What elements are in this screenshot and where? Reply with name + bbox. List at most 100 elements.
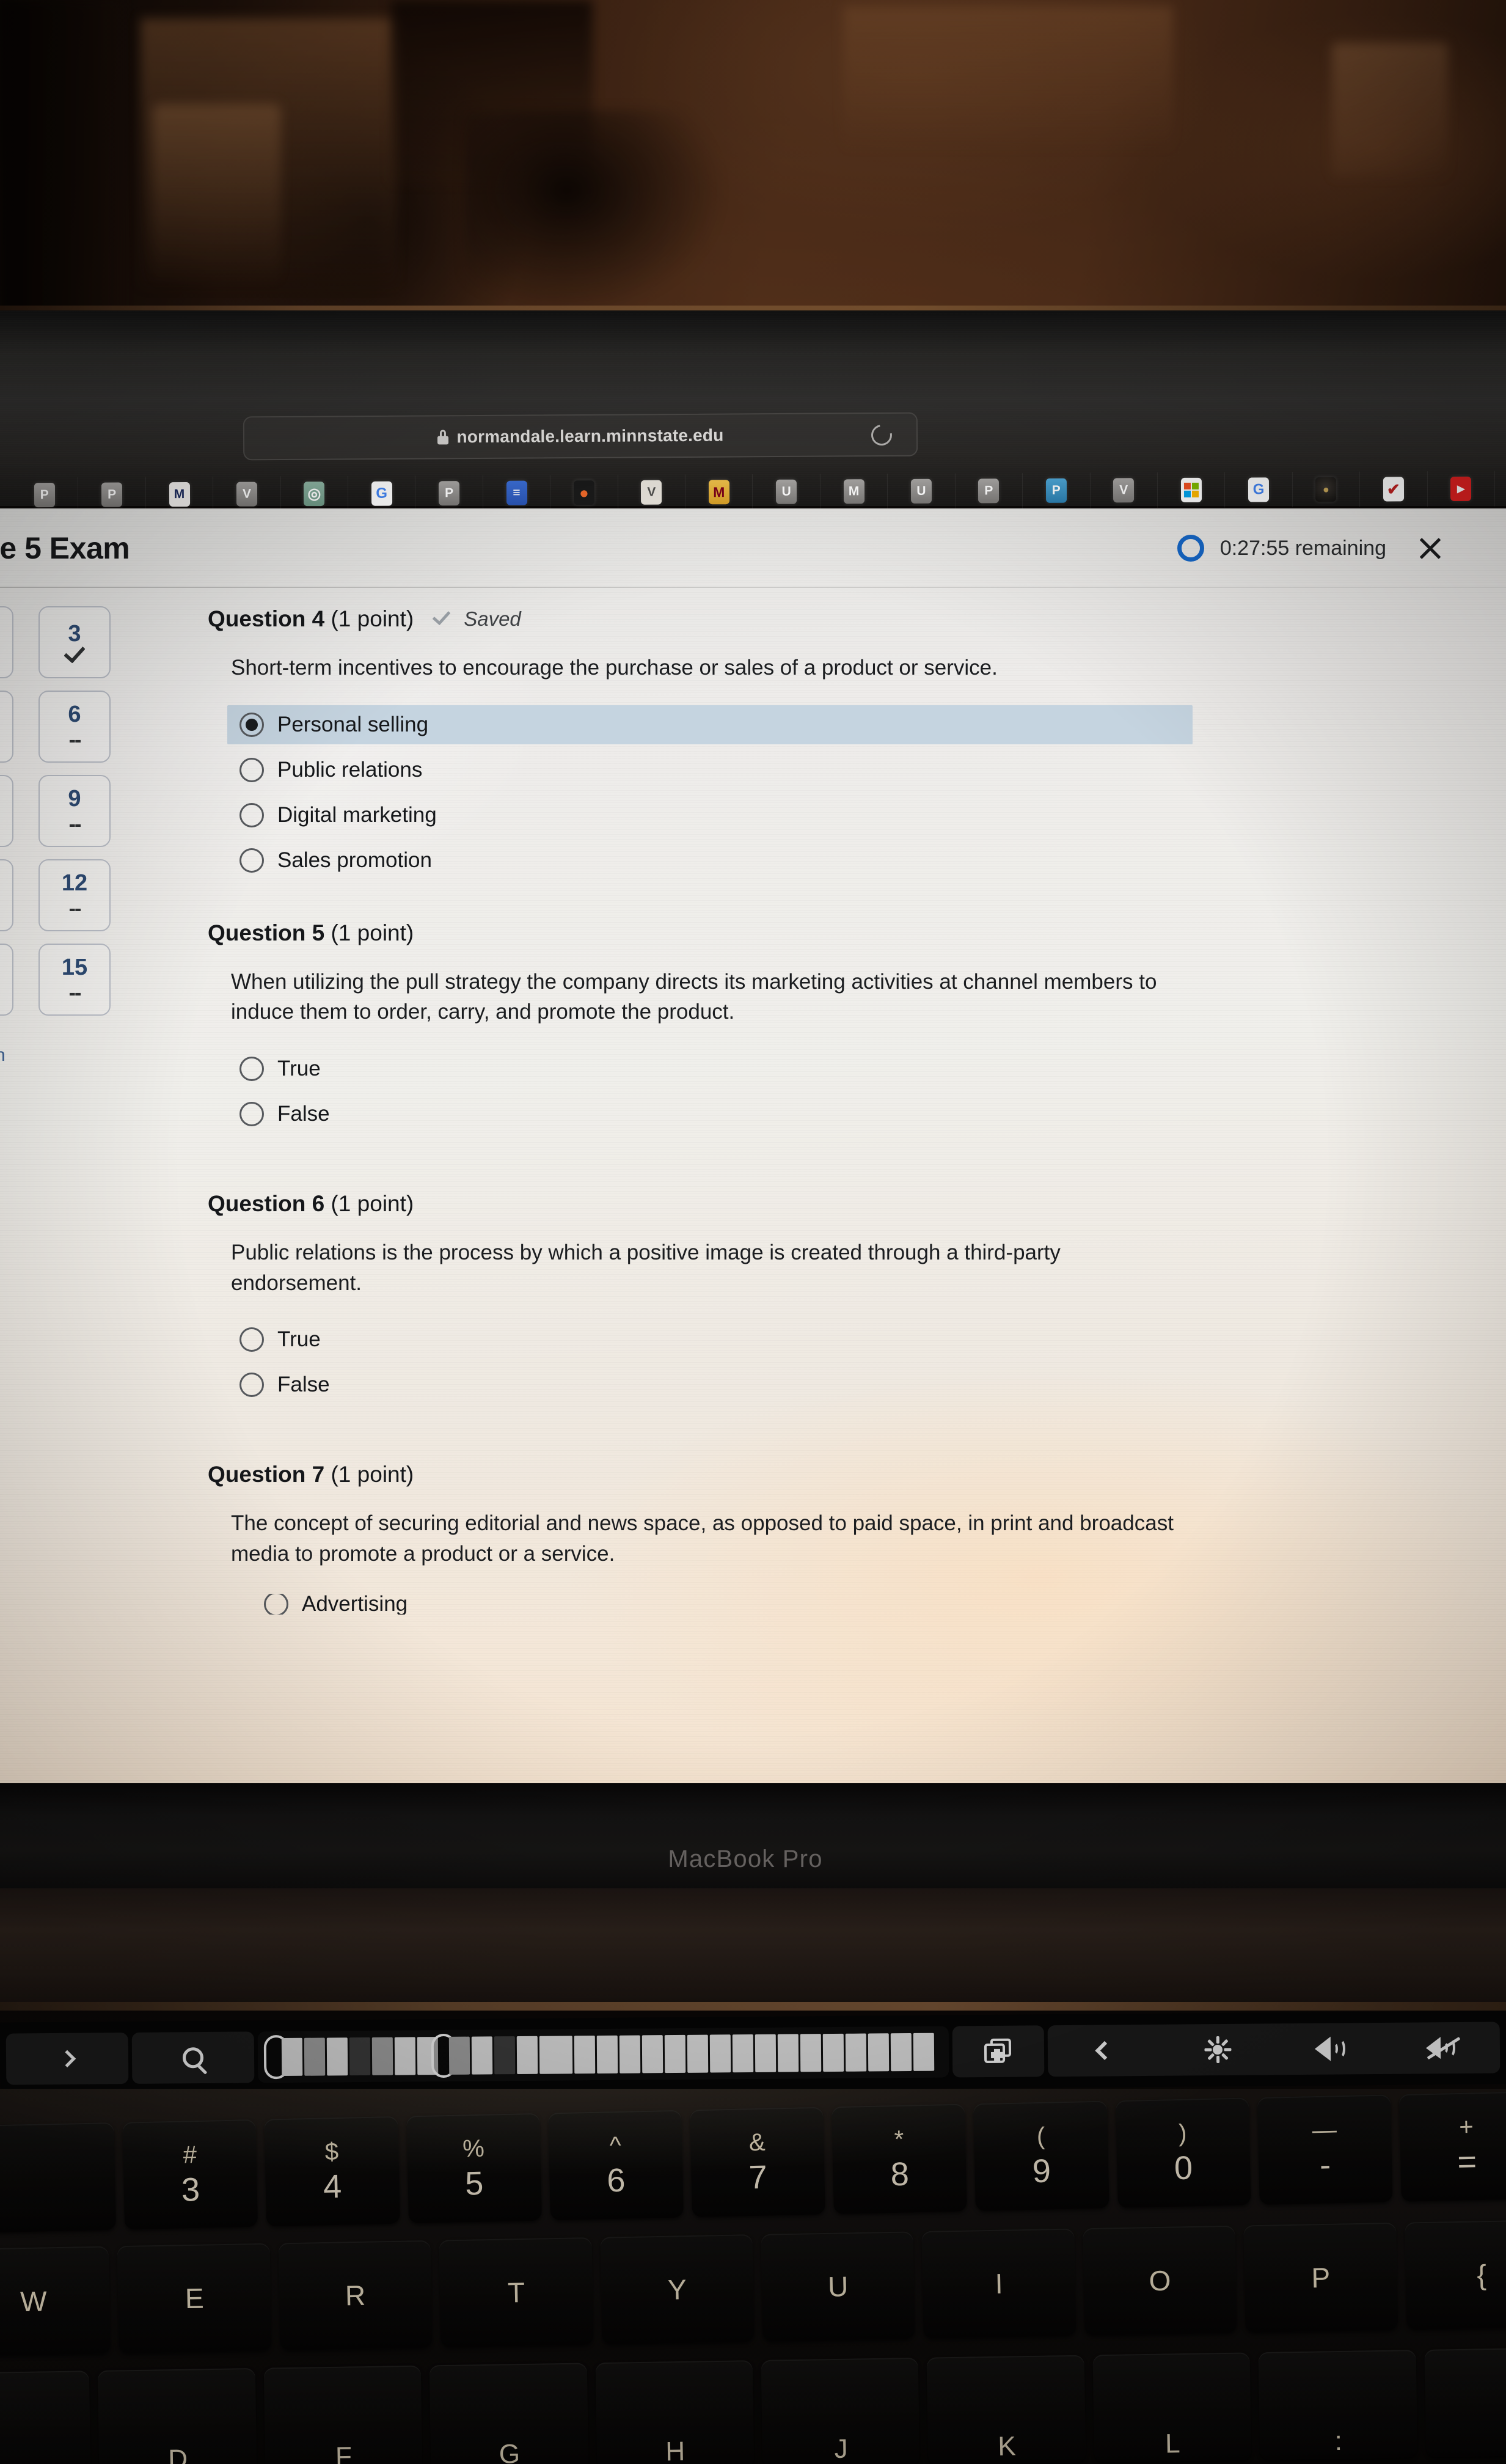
answer-option[interactable]: False [232, 1094, 1234, 1134]
bookmark-google-1[interactable]: G [348, 475, 416, 512]
key-F[interactable]: F [263, 2365, 423, 2464]
question-nav-button-14[interactable]: 14-- [0, 944, 13, 1016]
question-nav-button-2[interactable]: 2 [0, 606, 13, 678]
bookmark-v-1[interactable]: V [213, 476, 281, 512]
answer-option[interactable]: False [232, 1365, 1234, 1404]
bookmark-p-1[interactable]: P [10, 477, 79, 513]
key-:[interactable]: : [1258, 2350, 1417, 2460]
bookmark-umn[interactable]: M [685, 474, 753, 510]
key-Y[interactable]: Y [600, 2234, 755, 2345]
bookmark-youtube[interactable]: ▶ [1427, 471, 1496, 507]
suggestion-key[interactable] [574, 2036, 596, 2074]
suggestion-key[interactable] [394, 2037, 416, 2075]
suggestion-key[interactable] [777, 2034, 799, 2072]
suggestion-key[interactable] [596, 2035, 618, 2074]
answer-option[interactable]: True [232, 1049, 1234, 1088]
bookmark-dark-circle[interactable]: ● [1292, 471, 1361, 508]
search-icon[interactable] [131, 2031, 255, 2084]
suggestion-key[interactable] [494, 2036, 516, 2075]
radio-button[interactable] [239, 757, 264, 782]
key-D[interactable]: D [98, 2367, 257, 2464]
brightness-icon[interactable] [1161, 2036, 1274, 2064]
close-icon[interactable] [1416, 534, 1445, 563]
key-0[interactable]: ) 0 [1115, 2097, 1251, 2209]
suggestion-key[interactable] [642, 2035, 663, 2074]
bookmark-microsoft[interactable] [1157, 472, 1226, 508]
key-O[interactable]: O [1083, 2225, 1237, 2336]
question-nav-button-5[interactable]: 5-- [0, 691, 13, 763]
radio-button[interactable] [239, 1057, 264, 1082]
suggestion-key[interactable] [890, 2033, 912, 2072]
question-nav-button-8[interactable]: 8-- [0, 775, 13, 847]
question-nav-button-11[interactable]: 11-- [0, 859, 13, 931]
radio-button[interactable] [264, 1593, 288, 1615]
suggestion-key[interactable] [732, 2034, 754, 2073]
answer-option[interactable]: Advertising [257, 1593, 1234, 1615]
key-5[interactable]: % 5 [406, 2113, 542, 2224]
question-nav-button-3[interactable]: 3 [38, 606, 111, 678]
suggestion-key[interactable] [619, 2035, 641, 2074]
bookmark-m-2[interactable]: M [820, 474, 888, 510]
suggestion-key[interactable] [913, 2033, 935, 2071]
key-L[interactable]: L [1092, 2352, 1252, 2463]
bookmark-p-2[interactable]: P [78, 477, 146, 513]
bookmark-v-3[interactable]: V [1090, 472, 1158, 508]
question-nav-button-12[interactable]: 12 -- [38, 859, 111, 931]
suggestion-key[interactable] [868, 2033, 890, 2072]
bookmark-u-1[interactable]: U [753, 474, 821, 510]
key-R[interactable]: R [278, 2240, 433, 2351]
reload-icon[interactable] [867, 420, 896, 450]
suggestion-key[interactable] [845, 2033, 867, 2072]
answer-option[interactable]: Personal selling [227, 705, 1193, 744]
key-G[interactable]: G [429, 2363, 589, 2464]
key-=[interactable]: + = [1398, 2091, 1506, 2202]
key-3[interactable]: #3 [122, 2119, 258, 2230]
question-nav-button-15[interactable]: 15 -- [38, 944, 111, 1016]
address-bar[interactable]: normandale.learn.minnstate.edu [243, 412, 918, 461]
key-I[interactable]: I [921, 2228, 1076, 2339]
suggestion-key[interactable] [822, 2033, 844, 2072]
suggestion-key[interactable] [687, 2034, 709, 2073]
suggestion-key[interactable] [516, 2036, 538, 2075]
chevron-right-icon[interactable] [5, 2033, 129, 2085]
suggestion-key[interactable] [371, 2037, 393, 2075]
key-blank[interactable] [0, 2122, 117, 2233]
suggestion-key[interactable] [326, 2037, 348, 2076]
radio-button[interactable] [239, 802, 264, 827]
radio-button[interactable] [239, 1102, 264, 1127]
suggestion-key[interactable] [471, 2036, 493, 2075]
bookmark-u-2[interactable]: U [888, 473, 956, 510]
suggestion-key[interactable] [664, 2034, 686, 2074]
question-nav-button-6[interactable]: 6 -- [38, 691, 111, 763]
answer-option[interactable]: Public relations [232, 750, 1234, 790]
radio-button[interactable] [239, 1327, 264, 1352]
radio-button[interactable] [239, 712, 264, 737]
question-nav-button-9[interactable]: 9 -- [38, 775, 111, 847]
key-J[interactable]: J [761, 2357, 920, 2464]
suggestion-key[interactable] [304, 2037, 326, 2076]
key-6[interactable]: ^ 6 [547, 2110, 684, 2221]
suggestion-key[interactable] [539, 2036, 573, 2074]
key-blank[interactable] [0, 2370, 91, 2464]
radio-button[interactable] [239, 848, 264, 873]
key-7[interactable]: & 7 [690, 2106, 826, 2218]
bookmark-pinterest[interactable]: P [1022, 472, 1091, 509]
key-T[interactable]: T [439, 2237, 594, 2348]
bookmark-p-3[interactable]: P [415, 475, 483, 512]
screenshot-icon[interactable] [952, 2025, 1045, 2078]
bookmark-orange-ring[interactable]: ● [550, 474, 618, 511]
bookmark-google-2[interactable]: G [1225, 472, 1293, 508]
suggestion-key[interactable] [709, 2034, 731, 2073]
typing-suggestion-strip[interactable] [257, 2026, 949, 2083]
answer-option[interactable]: Digital marketing [232, 796, 1234, 835]
suggestion-key[interactable] [800, 2034, 822, 2072]
suggestion-key[interactable] [281, 2037, 303, 2077]
radio-button[interactable] [239, 1373, 264, 1398]
bookmark-m-pennant[interactable]: M [145, 476, 214, 513]
sidebar-item-quiz-information[interactable]: ormation [0, 1045, 104, 1066]
bookmark-v-2[interactable]: V [618, 474, 686, 510]
volume-mute-icon[interactable] [1387, 2034, 1500, 2061]
bookmark-chatgpt[interactable]: ◎ [280, 475, 349, 512]
volume-up-icon[interactable] [1274, 2036, 1387, 2061]
key-{[interactable]: { [1404, 2220, 1506, 2330]
